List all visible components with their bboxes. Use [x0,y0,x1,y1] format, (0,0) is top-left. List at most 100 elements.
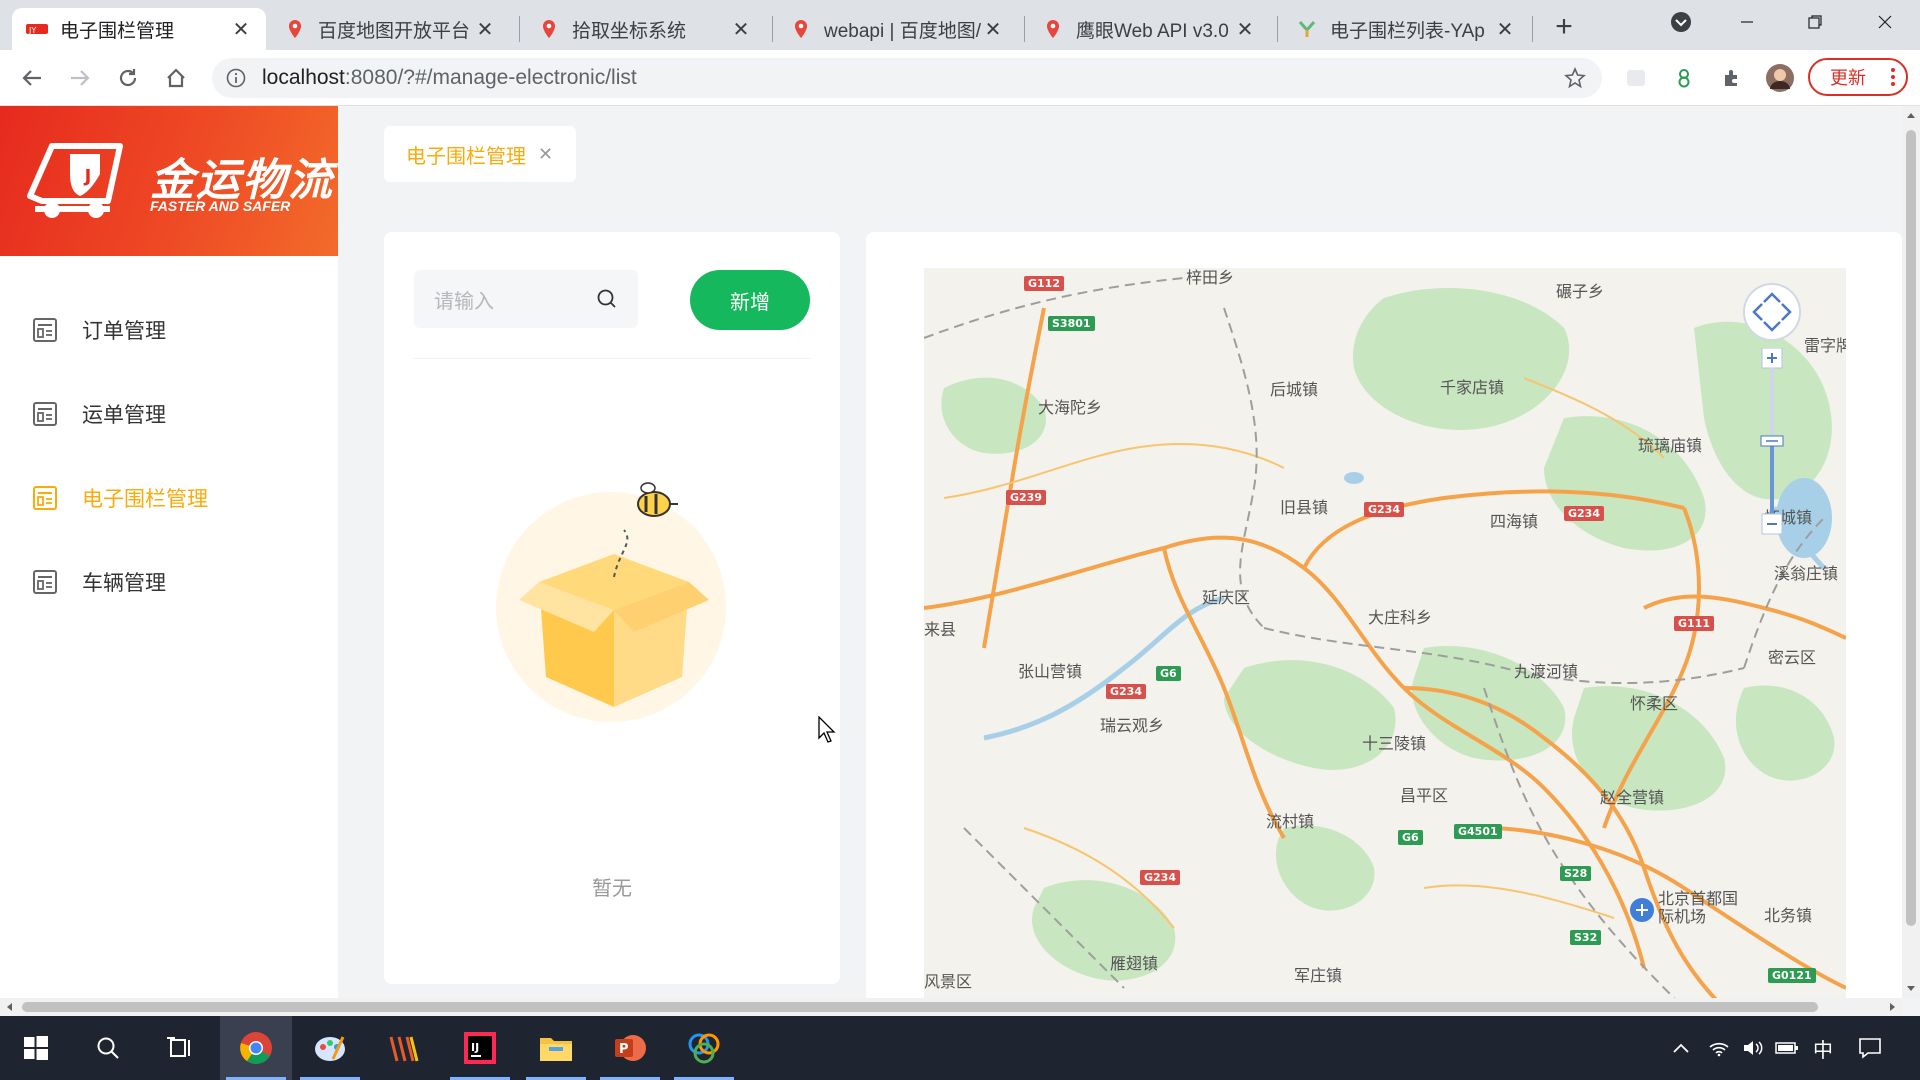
close-icon[interactable]: ✕ [982,18,1004,41]
browser-app-icon[interactable] [668,1016,740,1080]
browser-tab-strip: JY 电子围栏管理 ✕ 百度地图开放平台 | ✕ 拾取坐标系统 ✕ webapi… [0,0,1920,50]
map-label: 旧县镇 [1280,498,1329,517]
close-window-icon[interactable] [1852,0,1918,44]
page-tab-geofence[interactable]: 电子围栏管理 ✕ [384,126,576,182]
search-icon[interactable] [72,1016,144,1080]
powerpoint-app-icon[interactable]: P [594,1016,666,1080]
add-button-label: 新增 [730,291,770,314]
intellij-idea-app-icon[interactable]: IJ [444,1016,516,1080]
scrollbar-thumb[interactable] [1906,130,1916,926]
chrome-app-icon[interactable] [220,1016,292,1080]
info-icon[interactable] [226,68,246,88]
close-icon[interactable]: ✕ [474,18,496,41]
map-label: 十三陵镇 [1362,734,1427,753]
map-label: 千家店镇 [1440,378,1505,397]
browser-tab-1[interactable]: 百度地图开放平台 | ✕ [270,8,510,50]
map-label: 后城镇 [1270,380,1319,399]
tray-chevron-up-icon[interactable] [1664,1016,1698,1080]
address-bar[interactable]: localhost:8080/?#/manage-electronic/list [212,58,1602,98]
more-vert-icon[interactable] [1890,67,1896,92]
vertical-scrollbar[interactable] [1902,106,1920,998]
map-pan-control[interactable] [1742,282,1802,347]
road-shield: G234 [1140,870,1180,885]
browser-tab-0[interactable]: JY 电子围栏管理 ✕ [12,8,266,50]
extension-badge-icon[interactable] [1668,62,1700,94]
road-shield: G234 [1106,684,1146,699]
volume-icon[interactable] [1736,1016,1770,1080]
add-fence-button[interactable]: 新增 [690,270,810,330]
road-shield: S3801 [1048,316,1095,331]
search-icon[interactable] [596,288,618,316]
scrollbar-thumb[interactable] [22,1002,1818,1012]
minimize-icon[interactable] [1714,0,1780,44]
horizontal-scrollbar[interactable] [0,998,1902,1016]
reload-icon[interactable] [112,62,144,94]
map-label: 梓田乡 [1186,268,1235,287]
winrar-app-icon[interactable] [368,1016,440,1080]
tab-separator [519,16,520,42]
scroll-down-arrow-icon[interactable] [1902,980,1920,998]
tab-separator [772,16,773,42]
sidebar-item-orders[interactable]: 订单管理 [0,300,338,360]
notification-icon[interactable] [1850,1016,1890,1080]
browser-tab-2[interactable]: 拾取坐标系统 ✕ [524,8,766,50]
svg-text:P: P [619,1042,629,1057]
browser-tab-3[interactable]: webapi | 百度地图/ ✕ [776,8,1018,50]
sidebar-item-waybills[interactable]: 运单管理 [0,384,338,444]
close-icon[interactable]: ✕ [1234,18,1256,41]
scroll-right-arrow-icon[interactable] [1884,998,1902,1016]
fence-list-panel: 请输入 新增 暂无 [384,232,840,984]
home-icon[interactable] [160,62,192,94]
sidebar-item-geofence[interactable]: 电子围栏管理 [0,468,338,528]
map-label: 北京首都国际机场 [1658,889,1739,926]
puzzle-extensions-icon[interactable] [1716,62,1748,94]
task-view-icon[interactable] [144,1016,216,1080]
road-shield: G234 [1364,502,1404,517]
avatar[interactable] [1764,62,1796,94]
close-icon[interactable]: ✕ [538,144,553,165]
document-list-icon [33,318,57,342]
map-label: 雁翅镇 [1110,954,1159,973]
road-shield: G0121 [1768,968,1816,983]
close-icon[interactable]: ✕ [230,18,252,41]
search-input[interactable]: 请输入 [414,270,638,328]
close-icon[interactable]: ✕ [730,18,752,41]
road-shield: G112 [1024,276,1064,291]
browser-tab-4[interactable]: 鹰眼Web API v3.0 ✕ [1028,8,1270,50]
browser-tab-5[interactable]: 电子围栏列表-YAp ✕ [1282,8,1530,50]
close-icon[interactable]: ✕ [1494,18,1516,41]
restore-icon[interactable] [1782,0,1848,44]
taskbar: IJ P 中 [0,1016,1920,1080]
back-arrow-icon[interactable] [16,62,48,94]
wifi-icon[interactable] [1702,1016,1736,1080]
tab-separator [1277,16,1278,42]
forward-arrow-icon[interactable] [64,62,96,94]
extension-square-icon[interactable] [1620,62,1652,94]
map-pin-icon [790,18,812,40]
update-button[interactable]: 更新 [1808,58,1908,96]
windows-start-icon[interactable] [0,1016,72,1080]
sidebar-item-vehicles[interactable]: 车辆管理 [0,552,338,612]
map-label: 风景区 [924,972,973,991]
baidu-map[interactable]: 梓田乡 碾子乡 雷字牌 后城镇 千家店镇 大海陀乡 琉璃庙镇 旧县镇 四海镇 怀… [924,268,1846,998]
yapi-icon [1296,18,1318,40]
scroll-up-arrow-icon[interactable] [1902,106,1920,124]
svg-text:JY: JY [28,26,36,35]
map-zoom-slider[interactable] [1760,347,1784,553]
browser-tab-label: 百度地图开放平台 | [318,20,474,42]
document-list-icon [33,486,57,510]
battery-icon[interactable] [1770,1016,1804,1080]
sidebar-item-label: 车辆管理 [82,572,166,595]
sidebar-item-label: 订单管理 [82,320,166,343]
paint-app-icon[interactable] [294,1016,366,1080]
tab-separator [1532,16,1533,42]
scroll-left-arrow-icon[interactable] [0,998,18,1016]
map-label: 流村镇 [1266,812,1315,831]
ime-indicator[interactable]: 中 [1806,1016,1840,1080]
new-tab-plus-icon[interactable]: + [1548,12,1580,44]
map-label: 琉璃庙镇 [1638,436,1703,455]
bookmark-star-icon[interactable] [1564,66,1586,95]
tab-search-chevron-icon[interactable] [1648,0,1714,44]
file-explorer-app-icon[interactable] [520,1016,592,1080]
map-label: 雷字牌 [1804,336,1846,355]
